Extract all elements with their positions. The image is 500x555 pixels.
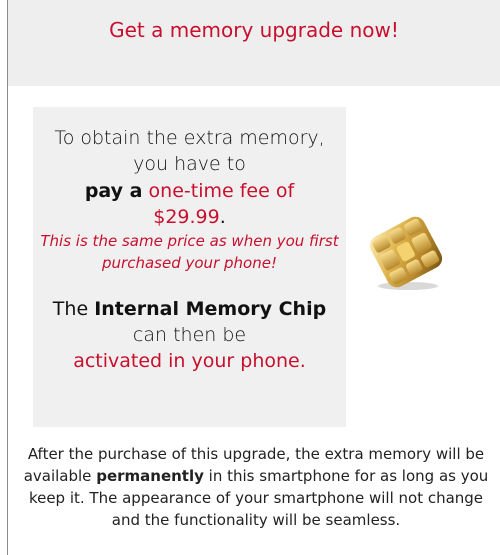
upgrade-description: After the purchase of this upgrade, the … [14,443,498,531]
memory-chip-icon [369,216,443,290]
offer-line-2: you have to [133,153,246,175]
header-banner: Get a memory upgrade now! [8,0,500,86]
description-emphasis: permanently [96,467,204,485]
chip-name: Internal Memory Chip [94,298,327,320]
offer-panel: To obtain the extra memory, you have to … [33,107,346,427]
price-note: This is the same price as when you first… [40,232,339,272]
price-suffix: . [219,206,226,228]
offer-fee-line: pay a one-time fee of [33,178,346,204]
chip-intro: The [52,298,89,320]
fee-text: one-time fee of [148,180,295,202]
page-title: Get a memory upgrade now! [109,18,399,42]
activate-line: activated in your phone. [73,350,306,372]
price-line: $29.99. [33,204,346,230]
can-then-line: can then be [132,324,247,346]
price: $29.99 [153,206,220,228]
pay-prefix: pay a [84,180,143,202]
offer-line-1: To obtain the extra memory, [54,127,325,149]
chip-line: The Internal Memory Chip [33,296,346,322]
